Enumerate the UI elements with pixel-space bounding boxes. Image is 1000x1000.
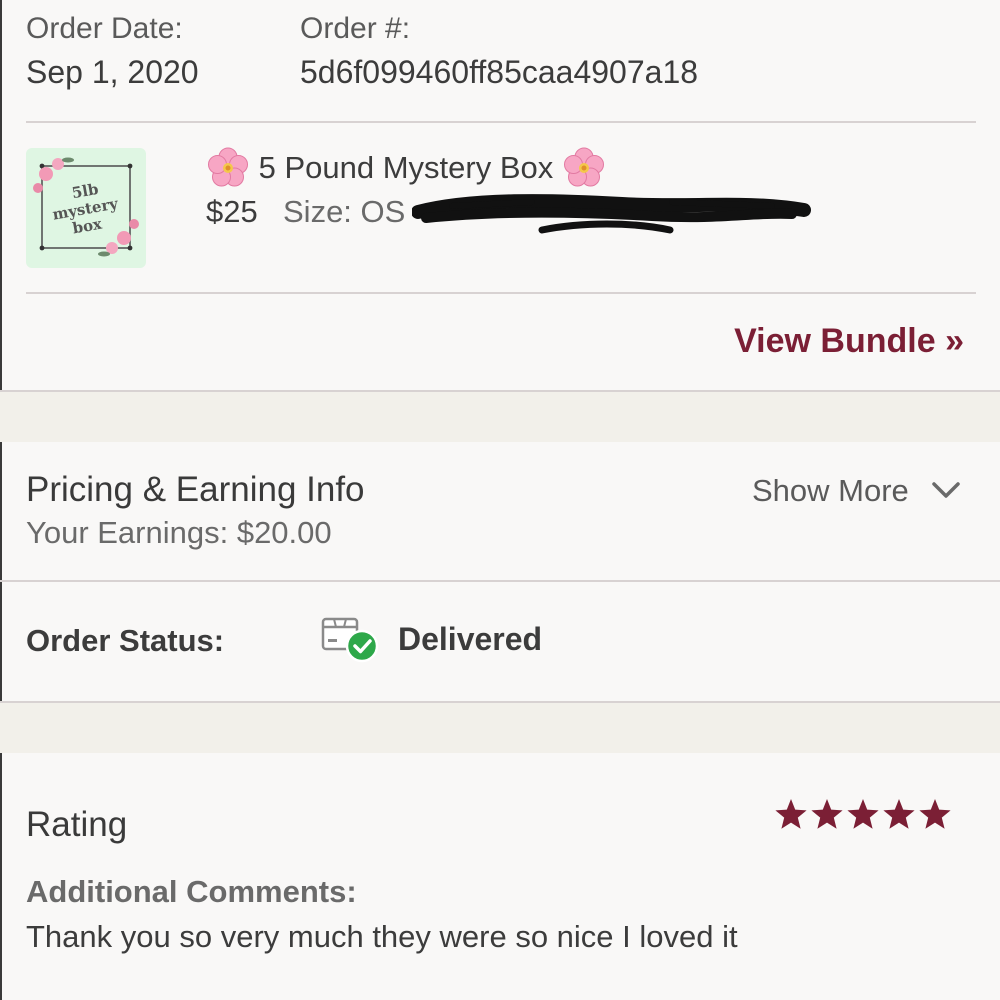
redaction-scribble xyxy=(412,194,811,234)
thumbnail-text-line-3: box xyxy=(71,214,104,237)
chevron-down-icon[interactable] xyxy=(930,478,962,502)
cherry-blossom-icon xyxy=(563,147,604,187)
item-title[interactable]: 5 Pound Mystery Box xyxy=(206,146,606,190)
order-number-value: 5d6f099460ff85caa4907a18 xyxy=(300,54,699,90)
section-gap xyxy=(0,392,1000,442)
star-icon xyxy=(847,799,879,829)
item-thumbnail[interactable]: 5lb mystery box xyxy=(26,148,146,268)
pricing-title: Pricing & Earning Info xyxy=(26,470,365,509)
show-more-button[interactable]: Show More xyxy=(752,473,909,509)
star-icon xyxy=(775,799,807,829)
divider xyxy=(26,292,976,294)
order-date-label: Order Date: xyxy=(26,12,183,45)
item-size: Size: OS xyxy=(283,194,406,229)
divider xyxy=(26,121,976,123)
rating-label: Rating xyxy=(26,805,128,844)
additional-comments-text: Thank you so very much they were so nice… xyxy=(26,919,738,954)
star-rating xyxy=(775,799,951,829)
cherry-blossom-icon xyxy=(208,147,248,187)
order-status-label: Order Status: xyxy=(26,623,225,658)
item-title-text: 5 Pound Mystery Box xyxy=(258,150,554,185)
your-earnings: Your Earnings: $20.00 xyxy=(26,515,332,550)
star-icon xyxy=(811,799,843,829)
star-icon xyxy=(883,799,915,829)
order-date-value: Sep 1, 2020 xyxy=(26,54,199,90)
star-icon xyxy=(919,799,951,829)
divider xyxy=(0,580,1000,582)
section-gap xyxy=(0,703,1000,753)
package-delivered-icon xyxy=(321,617,379,663)
mystery-box-thumbnail-art: 5lb mystery box xyxy=(33,157,139,257)
order-number-label: Order #: xyxy=(300,12,411,45)
view-bundle-link[interactable]: View Bundle » xyxy=(734,322,964,361)
order-status-value: Delivered xyxy=(398,621,543,657)
item-price: $25 xyxy=(206,194,258,229)
window-edge xyxy=(0,0,2,1000)
additional-comments-label: Additional Comments: xyxy=(26,874,357,909)
